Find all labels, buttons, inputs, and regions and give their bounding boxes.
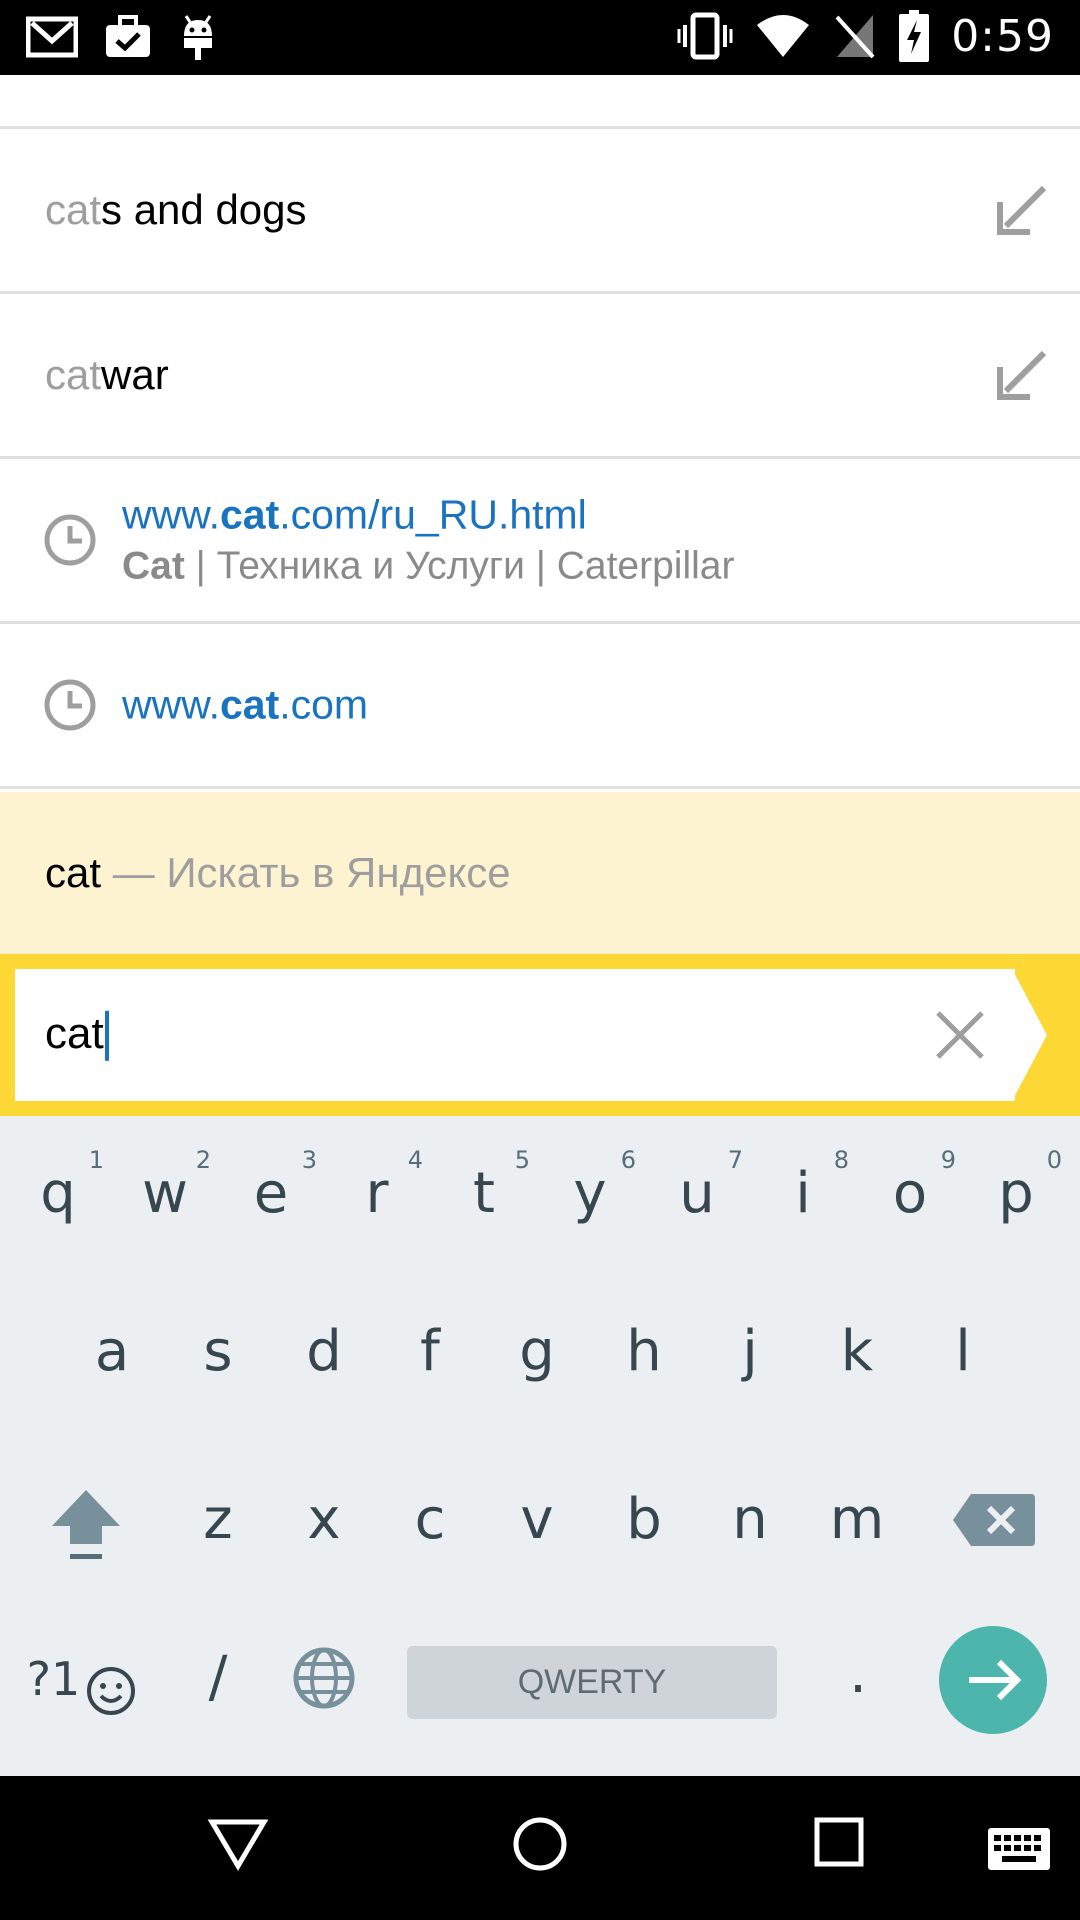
key-x[interactable]: x	[274, 1492, 374, 1548]
space-key[interactable]: QWERTY	[407, 1646, 777, 1719]
language-key[interactable]	[274, 1646, 374, 1714]
key-z[interactable]: z	[168, 1492, 268, 1548]
key-a[interactable]: a	[62, 1324, 162, 1380]
key-g[interactable]: g	[487, 1324, 587, 1380]
history-url: www.cat.com	[122, 681, 369, 728]
key-c[interactable]: c	[380, 1492, 480, 1548]
key-f[interactable]: f	[380, 1324, 480, 1380]
key-d[interactable]: d	[274, 1324, 374, 1380]
emoji-icon	[87, 1666, 136, 1715]
key-t[interactable]: 5t	[434, 1146, 534, 1222]
back-icon[interactable]	[206, 1816, 270, 1872]
key-u[interactable]: 7u	[647, 1146, 747, 1222]
search-bar: cat	[0, 954, 1080, 1116]
search-in-yandex-text: cat — Искать в Яндексе	[45, 849, 511, 896]
gmail-icon	[26, 16, 78, 58]
key-k[interactable]: k	[807, 1324, 907, 1380]
search-in-yandex-row[interactable]: cat — Искать в Яндексе	[0, 792, 1080, 954]
briefcase-check-icon	[106, 15, 150, 57]
key-s[interactable]: s	[168, 1324, 268, 1380]
shift-icon	[52, 1490, 120, 1559]
suggestion-list-top	[0, 75, 1080, 129]
wifi-icon	[757, 15, 810, 57]
key-e[interactable]: 3e	[221, 1146, 321, 1222]
key-v[interactable]: v	[487, 1492, 587, 1548]
key-y[interactable]: 6y	[540, 1146, 640, 1222]
backspace-icon	[953, 1494, 1035, 1546]
history-row[interactable]: www.cat.com	[0, 624, 1080, 789]
keyboard-switch-icon[interactable]	[988, 1828, 1050, 1870]
history-clock-icon	[44, 514, 96, 566]
key-i[interactable]: 8i	[753, 1146, 853, 1222]
globe-icon	[293, 1647, 355, 1709]
no-sim-icon	[835, 15, 875, 59]
suggestion-text: cats and dogs	[45, 186, 307, 233]
home-icon[interactable]	[510, 1814, 570, 1874]
history-title: Cat | Техника и Услуги | Caterpillar	[122, 544, 735, 588]
vibrate-icon	[677, 12, 733, 60]
search-input-value: cat	[45, 1008, 104, 1058]
text-cursor	[104, 1011, 109, 1062]
recents-icon[interactable]	[813, 1816, 865, 1868]
key-h[interactable]: h	[594, 1324, 694, 1380]
history-clock-icon	[44, 679, 96, 731]
key-slash[interactable]: /	[168, 1650, 268, 1706]
history-row[interactable]: www.cat.com/ru_RU.html Cat | Техника и У…	[0, 459, 1080, 624]
insert-query-arrow-icon[interactable]	[994, 182, 1050, 238]
key-p[interactable]: 0p	[966, 1146, 1066, 1222]
key-r[interactable]: 4r	[327, 1146, 427, 1222]
history-url: www.cat.com/ru_RU.html	[122, 491, 587, 538]
search-box-arrow-tip	[1012, 969, 1047, 1101]
android-debug-icon	[184, 15, 212, 60]
key-b[interactable]: b	[594, 1492, 694, 1548]
battery-charging-icon	[899, 10, 930, 62]
key-q[interactable]: 1q	[8, 1146, 108, 1222]
status-bar: 0:59	[0, 0, 1080, 75]
keyboard: 1q 2w 3e 4r 5t 6y 7u 8i 9o 0p a s d f g …	[0, 1116, 1080, 1776]
arrow-right-icon	[969, 1659, 1022, 1701]
key-w[interactable]: 2w	[115, 1146, 215, 1222]
key-o[interactable]: 9o	[860, 1146, 960, 1222]
symbols-key[interactable]: ?1	[22, 1652, 142, 1717]
key-period[interactable]: .	[808, 1646, 908, 1702]
key-n[interactable]: n	[700, 1492, 800, 1548]
suggestion-row[interactable]: cats and dogs	[0, 129, 1080, 294]
enter-key[interactable]	[939, 1626, 1047, 1734]
clock-time: 0:59	[951, 10, 1054, 62]
navigation-bar	[0, 1776, 1080, 1920]
suggestion-text: catwar	[45, 351, 169, 398]
key-l[interactable]: l	[913, 1324, 1013, 1380]
insert-query-arrow-icon[interactable]	[994, 347, 1050, 403]
search-input[interactable]: cat	[15, 969, 1015, 1101]
shift-key[interactable]	[36, 1484, 136, 1568]
suggestion-row[interactable]: catwar	[0, 294, 1080, 459]
key-j[interactable]: j	[700, 1324, 800, 1380]
clear-icon[interactable]	[930, 1005, 990, 1065]
key-m[interactable]: m	[807, 1492, 907, 1548]
backspace-key[interactable]	[944, 1490, 1044, 1554]
